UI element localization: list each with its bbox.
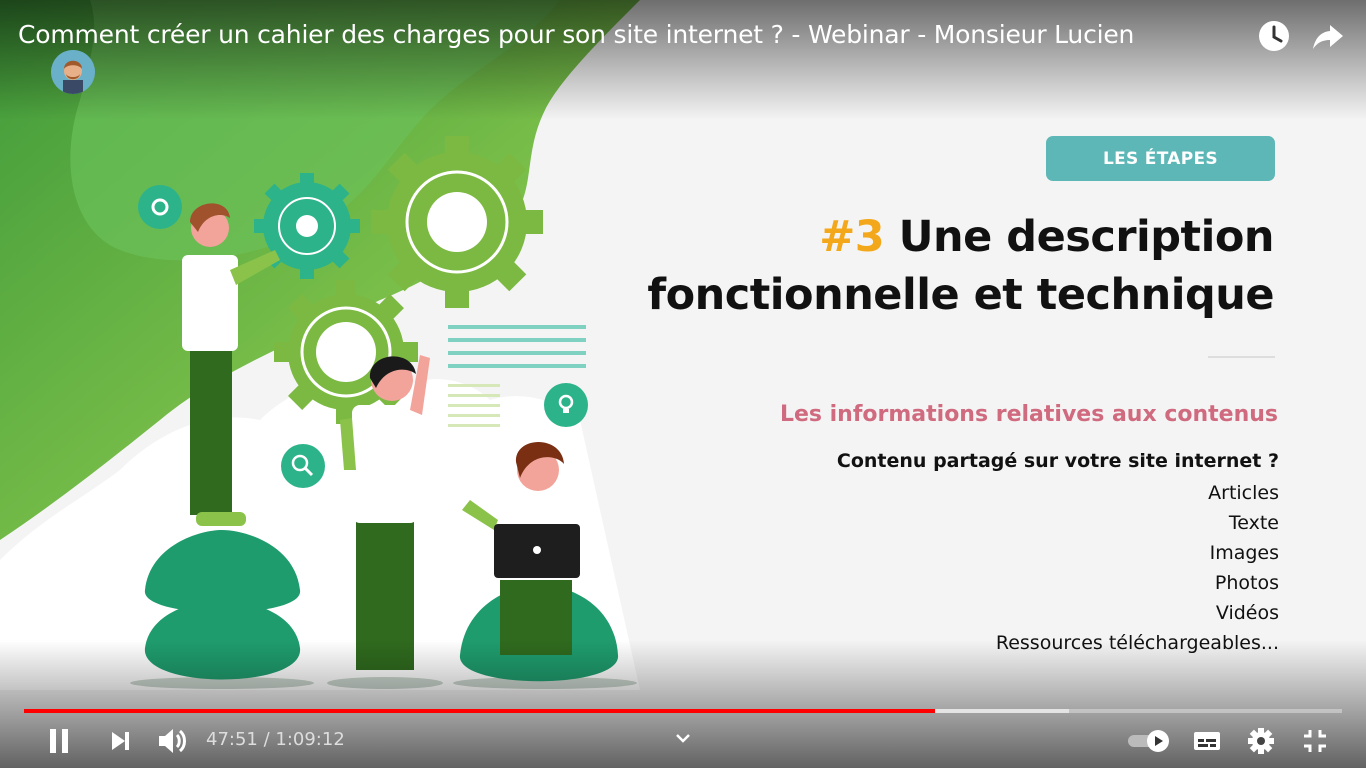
autoplay-toggle-icon (1128, 730, 1169, 752)
list-item: Vidéos (1215, 602, 1279, 624)
slide-subheading: Les informations relatives aux contenus (779, 402, 1278, 427)
exit-fullscreen-icon (1304, 730, 1326, 752)
top-gradient (0, 0, 1366, 120)
list-item: Photos (1214, 572, 1279, 594)
slide-heading: #3 Une description fonctionnelle et tech… (647, 208, 1274, 324)
next-button[interactable] (104, 724, 136, 758)
steps-badge: LES ÉTAPES (1046, 136, 1275, 181)
volume-icon (159, 729, 186, 753)
pause-button[interactable] (42, 724, 76, 758)
heading-line-2: fonctionnelle et technique (647, 270, 1274, 320)
duration: 1:09:12 (275, 729, 345, 750)
heading-line-1: Une description (898, 212, 1275, 262)
video-title[interactable]: Comment créer un cahier des charges pour… (18, 20, 1134, 49)
progress-played (24, 709, 935, 713)
subtitles-button[interactable] (1190, 724, 1224, 758)
autoplay-toggle[interactable] (1126, 724, 1172, 758)
volume-button[interactable] (154, 724, 190, 758)
list-item: Images (1209, 542, 1279, 564)
next-icon (112, 732, 129, 750)
time-display: 47:51 / 1:09:12 (206, 729, 345, 750)
settings-button[interactable] (1244, 724, 1278, 758)
pause-icon (50, 729, 68, 753)
share-icon[interactable] (1310, 18, 1346, 54)
time-separator: / (257, 729, 276, 750)
heading-divider (1208, 356, 1275, 358)
settings-icon (1248, 728, 1274, 754)
channel-avatar[interactable] (51, 50, 95, 94)
list-item: Articles (1208, 482, 1279, 504)
content-list-title: Contenu partagé sur votre site internet … (836, 450, 1279, 472)
watch-later-icon[interactable] (1256, 18, 1292, 54)
content-list: Articles Texte Images Photos Vidéos Ress… (996, 478, 1279, 658)
video-player[interactable]: LES ÉTAPES #3 Une description fonctionne… (0, 0, 1366, 768)
list-item: Texte (1228, 512, 1279, 534)
current-time: 47:51 (206, 729, 258, 750)
step-number: #3 (819, 212, 885, 262)
subtitles-icon (1194, 732, 1220, 750)
exit-fullscreen-button[interactable] (1298, 724, 1332, 758)
chevron-down-icon[interactable] (672, 728, 694, 748)
progress-bar[interactable] (24, 709, 1342, 713)
